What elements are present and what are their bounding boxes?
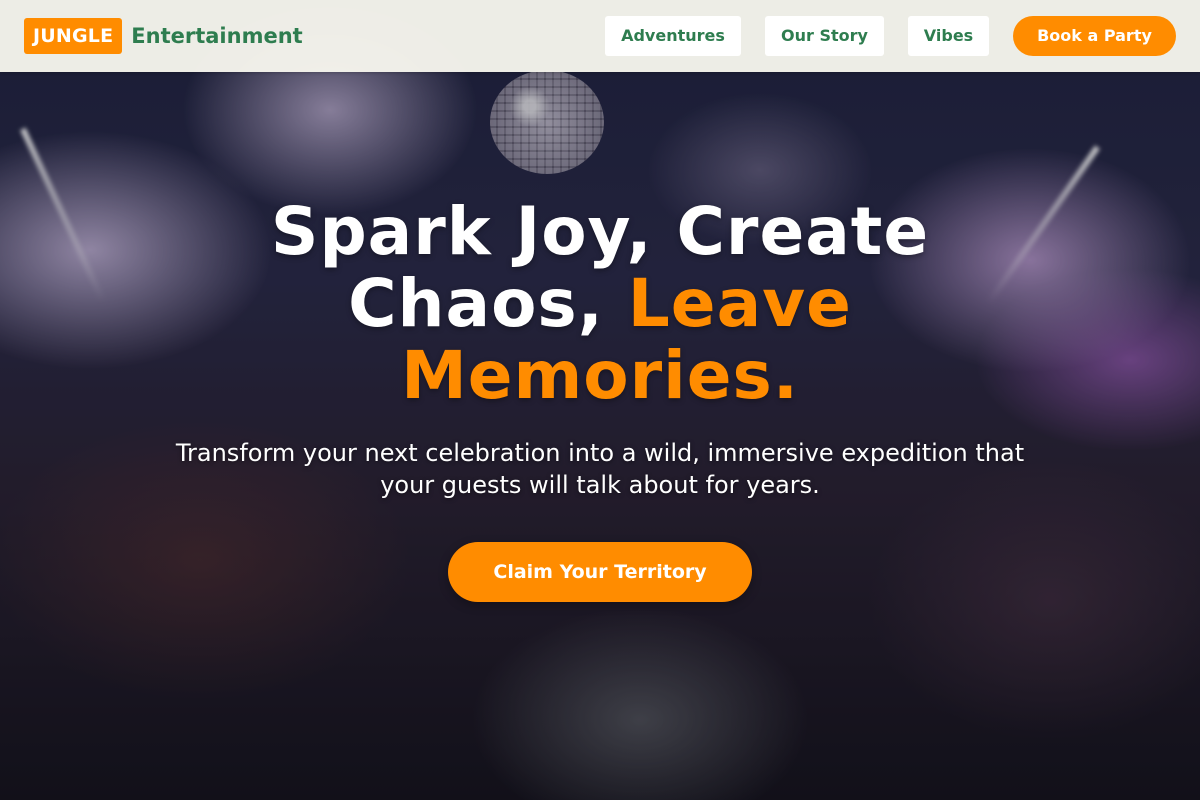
site-header: JUNGLE Entertainment Adventures Our Stor… bbox=[0, 0, 1200, 72]
claim-territory-button[interactable]: Claim Your Territory bbox=[448, 542, 752, 602]
nav-link-our-story[interactable]: Our Story bbox=[765, 16, 884, 56]
logo-wordmark: Entertainment bbox=[131, 24, 303, 48]
headline-line-3-accent: Memories. bbox=[401, 337, 799, 414]
brand-logo[interactable]: JUNGLE Entertainment bbox=[24, 18, 303, 54]
book-party-button[interactable]: Book a Party bbox=[1013, 16, 1176, 56]
hero-headline: Spark Joy, Create Chaos, Leave Memories. bbox=[180, 196, 1020, 412]
nav-link-adventures[interactable]: Adventures bbox=[605, 16, 741, 56]
landing-page: JUNGLE Entertainment Adventures Our Stor… bbox=[0, 0, 1200, 800]
headline-line-1: Spark Joy, Create bbox=[270, 193, 930, 270]
logo-badge: JUNGLE bbox=[24, 18, 123, 54]
hero-subtext: Transform your next celebration into a w… bbox=[175, 439, 1025, 499]
nav-link-vibes[interactable]: Vibes bbox=[908, 16, 989, 56]
headline-line-2-accent: Leave bbox=[627, 265, 852, 342]
headline-line-2-white: Chaos, bbox=[348, 265, 628, 342]
